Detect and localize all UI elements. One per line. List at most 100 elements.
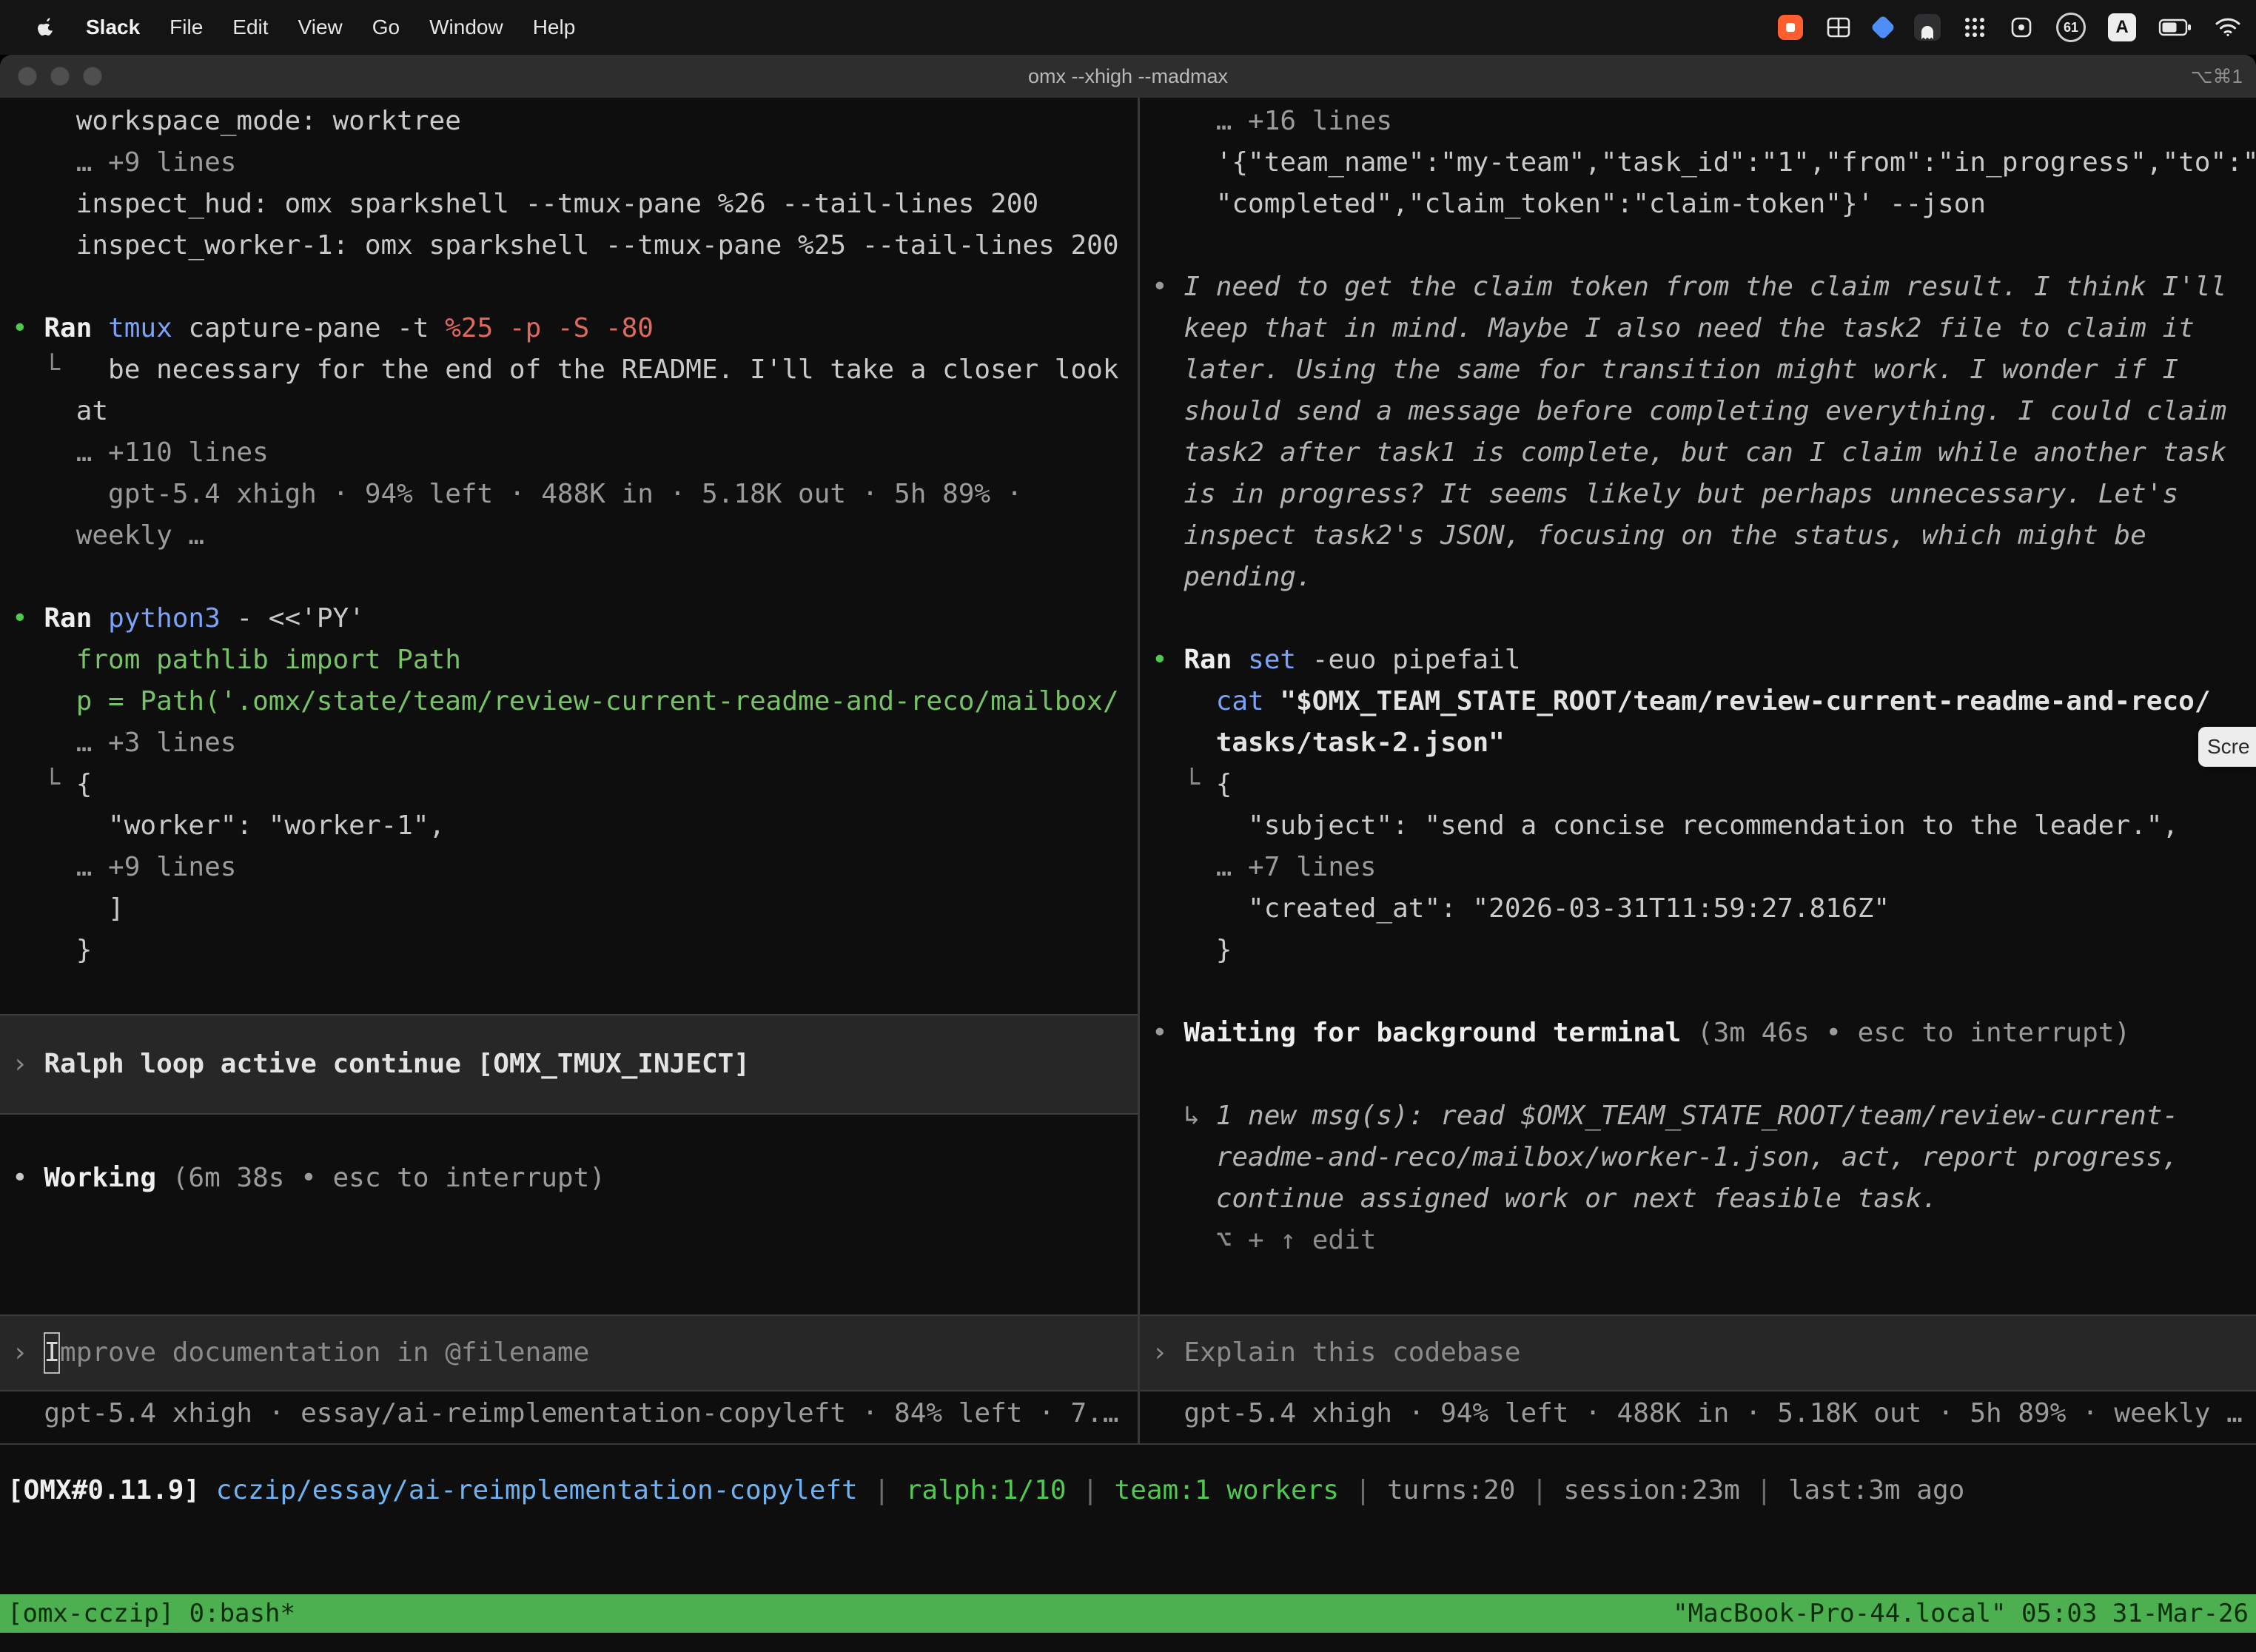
window-title: omx --xhigh --madmax [1028, 65, 1228, 88]
terminal-line: later. Using the same for transition mig… [1140, 349, 2256, 391]
terminal-line: gpt-5.4 xhigh · essay/ai-reimplementatio… [0, 1393, 1138, 1434]
terminal-line: weekly … [0, 515, 1138, 557]
tmux-pane-right[interactable]: … +16 lines '{"team_name":"my-team","tas… [1140, 98, 2256, 1443]
menu-item-help[interactable]: Help [518, 16, 591, 39]
blank-line [1140, 1054, 2256, 1095]
text-segment: Waiting for background terminal [1184, 1018, 1697, 1048]
input-source-icon[interactable]: A [2108, 13, 2136, 41]
terminal-line: } [0, 930, 1138, 971]
text-segment: | [1740, 1475, 1788, 1505]
terminal-line: inspect_hud: omx sparkshell --tmux-pane … [0, 184, 1138, 225]
text-segment: I need to get the claim token from the c… [1184, 272, 2226, 302]
text-segment: • [12, 1163, 44, 1193]
text-segment: workspace_mode: worktree [12, 106, 461, 136]
text-segment: set [1248, 645, 1312, 675]
terminal-line: └ { [1140, 764, 2256, 805]
terminal-line: p = Path('.omx/state/team/review-current… [0, 681, 1138, 722]
terminal-line: … +16 lines [1140, 101, 2256, 142]
terminal-line: "completed","claim_token":"claim-token"}… [1140, 184, 2256, 225]
menu-item-view[interactable]: View [283, 16, 357, 39]
text-cursor: I [44, 1332, 60, 1374]
terminal-line: inspect_worker-1: omx sparkshell --tmux-… [0, 225, 1138, 266]
battery-percentage-label: 61 [2064, 20, 2078, 36]
text-segment: • [1152, 645, 1184, 675]
blank-line [0, 557, 1138, 598]
text-segment: ] [12, 893, 124, 924]
terminal-line: "created_at": "2026-03-31T11:59:27.816Z" [1140, 888, 2256, 930]
text-segment: python3 [108, 603, 236, 634]
text-segment: "$OMX_TEAM_STATE_ROOT/team/review-curren… [1280, 686, 2210, 716]
terminal-line: └ be necessary for the end of the README… [0, 349, 1138, 391]
text-segment: └ [12, 355, 108, 385]
text-segment: readme-and-reco/mailbox/worker-1.json, a… [1152, 1142, 2178, 1172]
close-button[interactable] [18, 67, 37, 86]
terminal-line: is in progress? It seems likely but perh… [1140, 474, 2256, 515]
prompt-bar[interactable]: › Ralph loop active continue [OMX_TMUX_I… [0, 1014, 1138, 1115]
text-segment: "subject": "send a concise recommendatio… [1152, 810, 2178, 841]
apple-menu[interactable] [22, 16, 71, 38]
ghostty-icon[interactable] [1914, 14, 1941, 41]
terminal-line: keep that in mind. Maybe I also need the… [1140, 308, 2256, 349]
terminal-line: continue assigned work or next feasible … [1140, 1178, 2256, 1220]
menu-item-slack[interactable]: Slack [71, 16, 155, 39]
window-shortcut-badge: ⌥⌘1 [2191, 55, 2243, 98]
screenshot-preview-overlay[interactable]: Scre [2198, 727, 2256, 767]
terminal-line: gpt-5.4 xhigh · 94% left · 488K in · 5.1… [1140, 1393, 2256, 1434]
text-segment: › [12, 1044, 44, 1085]
omx-session-status-bar: [OMX#0.11.9] cczip/essay/ai-reimplementa… [0, 1470, 2256, 1511]
menu-item-go[interactable]: Go [357, 16, 414, 39]
terminal-line: … +9 lines [0, 847, 1138, 888]
blank-line [0, 971, 1138, 1013]
terminal-line: [OMX#0.11.9] cczip/essay/ai-reimplementa… [0, 1470, 2256, 1511]
text-segment: … +16 lines [1152, 106, 1392, 136]
text-segment: | [1339, 1475, 1387, 1505]
text-segment: [OMX#0.11.9] [7, 1475, 216, 1505]
menu-item-edit[interactable]: Edit [218, 16, 283, 39]
text-segment: "completed","claim_token":"claim-token"}… [1152, 189, 1986, 219]
text-segment: '{"team_name":"my-team","task_id":"1","f… [1152, 147, 2256, 178]
right-pane-scrollback: … +16 lines '{"team_name":"my-team","tas… [1140, 98, 2256, 1261]
zoom-button[interactable] [83, 67, 102, 86]
raycast-icon[interactable] [1874, 19, 1892, 36]
text-segment: from pathlib import Path [12, 645, 461, 675]
prompt-bar[interactable]: › Explain this codebase [1140, 1314, 2256, 1391]
text-segment: turns:20 [1387, 1475, 1515, 1505]
terminal-line: • Waiting for background terminal (3m 46… [1140, 1013, 2256, 1054]
text-segment: - <<'PY' [236, 603, 364, 634]
screenshot-overlay-label: Scre [2207, 735, 2250, 759]
app-grid-icon[interactable] [1963, 16, 1987, 39]
text-segment: | [1515, 1475, 1563, 1505]
text-segment: { [1216, 769, 1232, 799]
minimize-button[interactable] [50, 67, 70, 86]
text-segment: team:1 workers [1115, 1475, 1339, 1505]
terminal-line: workspace_mode: worktree [0, 101, 1138, 142]
text-segment: … +110 lines [12, 437, 269, 468]
window-title-bar[interactable]: omx --xhigh --madmax ⌥⌘1 [0, 55, 2256, 98]
menu-item-window[interactable]: Window [414, 16, 518, 39]
text-segment: { [76, 769, 93, 799]
battery-percentage-badge[interactable]: 61 [2056, 13, 2086, 42]
menu-extra-icon[interactable] [2009, 15, 2034, 40]
text-segment: be necessary for the end of the README. … [108, 355, 1118, 385]
text-segment: └ [12, 769, 76, 799]
text-segment: "created_at": "2026-03-31T11:59:27.816Z" [1152, 893, 1890, 924]
text-segment: weekly … [12, 520, 204, 551]
terminal-line: task2 after task1 is complete, but can I… [1140, 432, 2256, 474]
tmux-pane-left[interactable]: workspace_mode: worktree … +9 lines insp… [0, 98, 1138, 1443]
blank-line [1140, 971, 2256, 1013]
text-segment: … +9 lines [12, 852, 236, 882]
text-segment [1152, 686, 1216, 716]
screen-recording-stop-icon[interactable] [1778, 15, 1803, 40]
terminal-line: '{"team_name":"my-team","task_id":"1","f… [1140, 142, 2256, 184]
terminal-line: • Ran set -euo pipefail [1140, 639, 2256, 681]
battery-icon[interactable] [2158, 18, 2192, 37]
menu-bar: SlackFileEditViewGoWindowHelp [0, 0, 2256, 55]
window-grid-icon[interactable] [1825, 14, 1852, 41]
prompt-bar[interactable]: › Improve documentation in @filename [0, 1314, 1138, 1391]
terminal-line: pending. [1140, 557, 2256, 598]
menu-item-file[interactable]: File [155, 16, 218, 39]
left-pane-scrollback: workspace_mode: worktree … +9 lines insp… [0, 98, 1138, 1199]
text-segment: • [12, 603, 44, 634]
text-segment: pending. [1152, 562, 1312, 592]
wifi-icon[interactable] [2215, 17, 2241, 38]
